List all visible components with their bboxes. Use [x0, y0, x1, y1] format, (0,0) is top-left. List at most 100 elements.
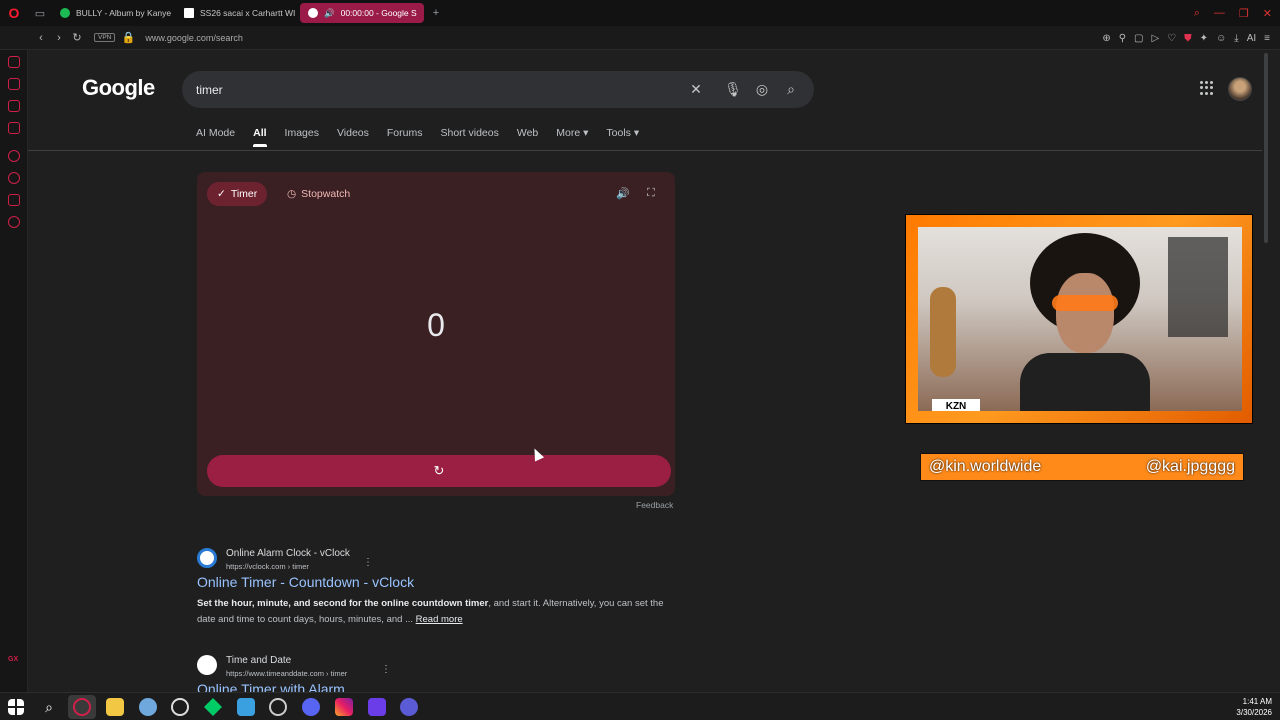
sidebar-settings-icon[interactable]: [8, 216, 20, 228]
play-icon[interactable]: ▷: [1152, 33, 1160, 44]
search-box[interactable]: ✕ 🎙 ◎ ⌕: [182, 71, 814, 108]
feedback-link[interactable]: Feedback: [636, 500, 673, 510]
tab-google-timer[interactable]: 🔊 00:00:00 - Google S: [300, 3, 424, 23]
search-icon[interactable]: ⌕: [782, 80, 800, 98]
streamer-figure: [1020, 233, 1150, 411]
sidebar-mail-icon[interactable]: [8, 122, 20, 134]
pin-icon[interactable]: ⚲: [1119, 33, 1126, 44]
extensions-row: ⊕ ⚲ ▢ ▷ ♡ ⛊ ✦ ☺ ⤓ AI ≡: [1102, 26, 1270, 50]
windows-start-icon[interactable]: [8, 699, 24, 715]
more-options-icon[interactable]: ⋮: [381, 664, 391, 675]
new-tab-button[interactable]: +: [424, 0, 448, 26]
volume-icon[interactable]: 🔊: [616, 187, 630, 200]
tab-sacai[interactable]: SS26 sacai x Carhartt WI: [176, 3, 300, 23]
forward-button[interactable]: ›: [50, 32, 68, 44]
timer-tab-button[interactable]: ✓ Timer: [207, 182, 268, 206]
tab-tools-label: Tools: [606, 127, 631, 139]
sidebar-messenger-icon[interactable]: [8, 100, 20, 112]
sidebar-bag-icon[interactable]: [8, 78, 20, 90]
check-icon: ✓: [217, 188, 226, 200]
opera-logo-icon[interactable]: O: [0, 0, 28, 26]
app-b-icon[interactable]: [368, 698, 386, 716]
sidebar-extensions-icon[interactable]: [8, 194, 20, 206]
search-nav-tabs: AI Mode All Images Videos Forums Short v…: [196, 127, 639, 147]
obs-icon[interactable]: [269, 698, 287, 716]
result-title[interactable]: Online Timer - Countdown - vClock: [197, 574, 414, 590]
tab-more[interactable]: More ▾: [556, 127, 588, 147]
maximize-button[interactable]: ❐: [1239, 7, 1249, 20]
close-button[interactable]: ✕: [1263, 7, 1272, 20]
security-icon[interactable]: [204, 698, 222, 716]
reset-button[interactable]: ↻: [207, 455, 671, 487]
url-field[interactable]: www.google.com/search: [145, 33, 243, 43]
result-url[interactable]: https://www.timeanddate.com › timer: [226, 669, 347, 678]
discord-icon[interactable]: [302, 698, 320, 716]
page-scrollbar[interactable]: [1262, 51, 1270, 692]
search-tabs-icon[interactable]: ⌕: [1194, 7, 1200, 20]
tab-forums[interactable]: Forums: [387, 127, 423, 147]
zoom-icon[interactable]: ⊕: [1102, 33, 1110, 44]
result-url[interactable]: https://vclock.com › timer: [226, 562, 309, 571]
tab-label: 00:00:00 - Google S: [340, 8, 417, 18]
google-apps-icon[interactable]: [1200, 81, 1214, 95]
vpn-badge[interactable]: VPN: [94, 33, 116, 42]
editor-icon[interactable]: [237, 698, 255, 716]
snippet-bold: Set the hour, minute, and second for the…: [197, 598, 489, 609]
system-clock[interactable]: 1:41 AM 3/30/2026: [1236, 696, 1272, 718]
minimize-button[interactable]: —: [1214, 7, 1225, 19]
tab-overview-icon[interactable]: ▭: [28, 0, 52, 26]
sidebar-gx-icon[interactable]: GX: [8, 656, 20, 668]
app-circle-icon[interactable]: [400, 698, 418, 716]
result-title[interactable]: Online Timer with Alarm: [197, 681, 345, 692]
reload-button[interactable]: ↻: [68, 31, 86, 44]
read-more-link[interactable]: Read more: [416, 614, 463, 625]
ai-button[interactable]: AI: [1247, 33, 1256, 44]
sidebar-refresh-icon[interactable]: [8, 56, 20, 68]
tab-short-videos[interactable]: Short videos: [440, 127, 498, 147]
scrollbar-thumb[interactable]: [1264, 53, 1268, 243]
opera-gx-icon[interactable]: [73, 698, 91, 716]
more-options-icon[interactable]: ⋮: [363, 557, 373, 568]
extensions-icon[interactable]: ✦: [1200, 33, 1208, 44]
speaker-icon[interactable]: 🔊: [324, 8, 335, 19]
tab-tools[interactable]: Tools ▾: [606, 127, 639, 147]
menu-icon[interactable]: ≡: [1264, 33, 1270, 44]
search-icon[interactable]: ⌕: [40, 698, 58, 716]
tab-all[interactable]: All: [253, 127, 267, 147]
tab-images[interactable]: Images: [285, 127, 319, 147]
tab-label: BULLY - Album by Kanye: [76, 8, 172, 18]
instagram-icon[interactable]: [335, 698, 353, 716]
sidebar-history-icon[interactable]: [8, 172, 20, 184]
clear-icon[interactable]: ✕: [687, 80, 705, 98]
chatgpt-icon[interactable]: [171, 698, 189, 716]
profile-icon[interactable]: ☺: [1216, 33, 1226, 44]
timer-display[interactable]: 0: [197, 307, 675, 344]
page-icon: [184, 8, 194, 18]
heart-icon[interactable]: ♡: [1167, 33, 1176, 44]
result-site-name[interactable]: Online Alarm Clock - vClock: [226, 548, 350, 559]
sidebar-player-icon[interactable]: [8, 150, 20, 162]
handle-left: @kin.worldwide: [929, 458, 1042, 475]
lens-icon[interactable]: ◎: [753, 80, 771, 98]
account-avatar[interactable]: [1228, 77, 1252, 101]
snapshot-icon[interactable]: ▢: [1134, 33, 1143, 44]
tab-videos[interactable]: Videos: [337, 127, 369, 147]
file-explorer-icon[interactable]: [106, 698, 124, 716]
download-icon[interactable]: ⤓: [1234, 33, 1238, 44]
search-result: Online Alarm Clock - vClock https://vclo…: [197, 548, 697, 628]
tab-more-label: More: [556, 127, 581, 139]
back-button[interactable]: ‹: [32, 32, 50, 44]
reset-icon: ↻: [433, 463, 445, 478]
adblock-icon[interactable]: ⛊: [1184, 33, 1192, 44]
tab-bully[interactable]: BULLY - Album by Kanye: [52, 3, 176, 23]
google-logo[interactable]: Google: [82, 75, 155, 101]
stopwatch-tab-button[interactable]: ◷ Stopwatch: [281, 182, 356, 206]
app-icon[interactable]: [139, 698, 157, 716]
result-site-name[interactable]: Time and Date: [226, 655, 291, 666]
tab-web[interactable]: Web: [517, 127, 538, 147]
tab-ai-mode[interactable]: AI Mode: [196, 127, 235, 147]
search-input[interactable]: [196, 80, 676, 100]
microphone-icon[interactable]: 🎙: [724, 80, 742, 98]
fullscreen-icon[interactable]: ⛶: [647, 187, 655, 200]
cam-logo-tag: KZN: [932, 399, 980, 411]
